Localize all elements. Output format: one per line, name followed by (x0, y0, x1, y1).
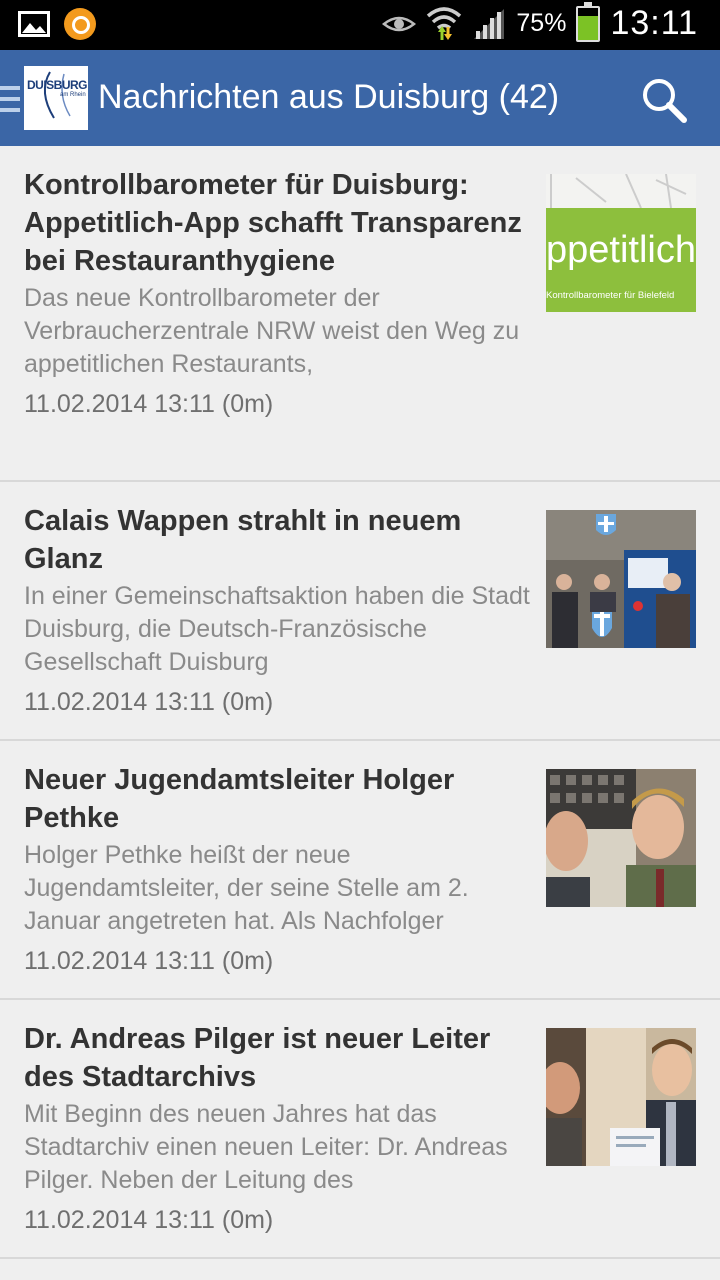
drawer-icon[interactable] (0, 86, 20, 119)
news-headline: Kontrollbarometer für Duisburg: Appetitl… (24, 169, 522, 277)
wifi-icon (427, 6, 462, 40)
news-summary: Mit Beginn des neuen Jahres hat das Stad… (24, 1100, 508, 1194)
news-date: 11.02.2014 13:11 (0m) (24, 688, 274, 716)
news-summary: Holger Pethke heißt der neue Jugendamtsl… (24, 841, 469, 935)
status-bar: 75% 13:11 (0, 0, 720, 50)
clock: 13:11 (610, 4, 698, 42)
gallery-icon (18, 11, 50, 37)
thumb-subtext: Kontrollbarometer für Bielefeld (546, 290, 674, 301)
news-date: 11.02.2014 13:11 (0m) (24, 947, 274, 975)
news-date: 11.02.2014 13:11 (0m) (24, 390, 274, 418)
news-thumbnail (546, 769, 696, 907)
logo-subtext: am Rhein (60, 92, 86, 98)
app-notification-icon (64, 8, 96, 40)
news-summary: In einer Gemeinschaftsaktion haben die S… (24, 582, 530, 676)
news-headline: Neuer Jugendamtsleiter Holger Pethke (24, 764, 455, 834)
news-thumbnail: ppetitlich Kontrollbarometer für Bielefe… (546, 174, 696, 312)
thumb-brand-text: ppetitlich (546, 229, 696, 271)
logo-text: DUISBURG (27, 78, 88, 92)
news-list: Kontrollbarometer für Duisburg: Appetitl… (0, 146, 720, 1259)
action-bar: DUISBURG am Rhein Nachrichten aus Duisbu… (0, 50, 720, 146)
news-date: 11.02.2014 13:11 (0m) (24, 1206, 274, 1234)
eye-icon (382, 16, 417, 31)
signal-icon (474, 8, 505, 39)
news-item[interactable]: Kontrollbarometer für Duisburg: Appetitl… (0, 146, 720, 482)
news-item[interactable]: Neuer Jugendamtsleiter Holger Pethke Hol… (0, 741, 720, 1000)
news-item[interactable]: Dr. Andreas Pilger ist neuer Leiter des … (0, 1000, 720, 1259)
battery-percent: 75% (516, 9, 567, 37)
news-thumbnail (546, 510, 696, 648)
news-thumbnail (546, 1028, 696, 1166)
page-title: Nachrichten aus Duisburg (42) (98, 78, 560, 116)
news-headline: Calais Wappen strahlt in neuem Glanz (24, 505, 462, 575)
news-item[interactable]: Calais Wappen strahlt in neuem Glanz In … (0, 482, 720, 741)
battery-icon (576, 1, 601, 42)
app-logo[interactable]: DUISBURG am Rhein (24, 66, 88, 130)
news-headline: Dr. Andreas Pilger ist neuer Leiter des … (24, 1023, 491, 1093)
search-icon (643, 79, 687, 123)
search-button[interactable] (640, 76, 688, 124)
news-summary: Das neue Kontrollbarometer der Verbrauch… (24, 284, 520, 378)
